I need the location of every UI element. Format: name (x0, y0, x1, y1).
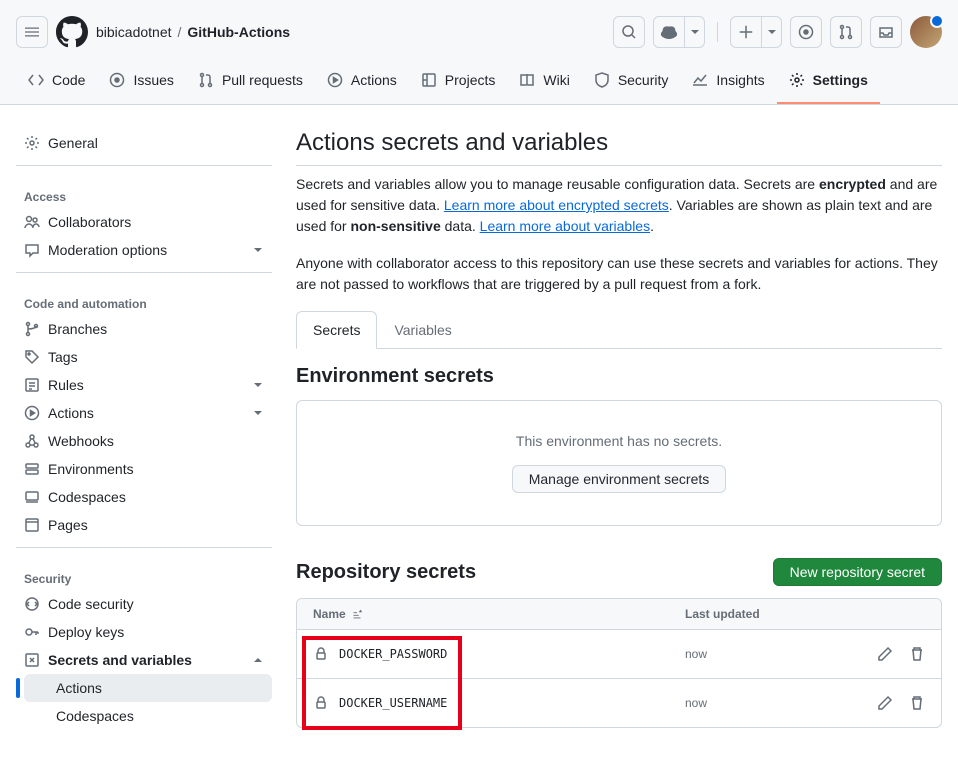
create-dropdown[interactable] (762, 16, 782, 48)
tab-pull-requests[interactable]: Pull requests (186, 64, 315, 104)
copilot-dropdown[interactable] (685, 16, 705, 48)
sidebar-moderation[interactable]: Moderation options (16, 236, 272, 264)
pull-requests-button[interactable] (830, 16, 862, 48)
manage-env-secrets-button[interactable]: Manage environment secrets (512, 465, 727, 493)
subtab-secrets[interactable]: Secrets (296, 311, 377, 349)
secret-updated: now (685, 696, 825, 710)
tab-insights[interactable]: Insights (680, 64, 776, 104)
hamburger-menu[interactable] (16, 16, 48, 48)
lock-icon (313, 646, 329, 662)
issues-button[interactable] (790, 16, 822, 48)
sidebar-rules[interactable]: Rules (16, 371, 272, 399)
sidebar-environments[interactable]: Environments (16, 455, 272, 483)
repo-link[interactable]: GitHub-Actions (187, 24, 290, 40)
link-encrypted-secrets[interactable]: Learn more about encrypted secrets (444, 197, 669, 213)
sidebar-hdr-code: Code and automation (16, 281, 272, 315)
tab-code[interactable]: Code (16, 64, 97, 104)
edit-icon[interactable] (877, 695, 893, 711)
page-title: Actions secrets and variables (296, 129, 942, 166)
sidebar-deploy-keys[interactable]: Deploy keys (16, 618, 272, 646)
sidebar-tags[interactable]: Tags (16, 343, 272, 371)
inbox-button[interactable] (870, 16, 902, 48)
sidebar-sub-codespaces[interactable]: Codespaces (24, 702, 272, 730)
table-row: DOCKER_PASSWORD now (297, 630, 941, 679)
secret-updated: now (685, 647, 825, 661)
sidebar-sub-actions[interactable]: Actions (24, 674, 272, 702)
sidebar-general[interactable]: General (16, 129, 272, 157)
table-row: DOCKER_USERNAME now (297, 679, 941, 727)
breadcrumb: bibicadotnet / GitHub-Actions (96, 24, 290, 40)
lock-icon (313, 695, 329, 711)
link-variables[interactable]: Learn more about variables (480, 218, 650, 234)
sidebar-codespaces[interactable]: Codespaces (16, 483, 272, 511)
chevron-down-icon (252, 244, 264, 256)
tab-settings[interactable]: Settings (777, 64, 880, 104)
tab-projects[interactable]: Projects (409, 64, 508, 104)
sidebar-secrets-variables[interactable]: Secrets and variables (16, 646, 272, 674)
chevron-down-icon (252, 379, 264, 391)
user-avatar[interactable] (910, 16, 942, 48)
search-button[interactable] (613, 16, 645, 48)
secret-name: DOCKER_PASSWORD (339, 647, 447, 661)
edit-icon[interactable] (877, 646, 893, 662)
secret-name: DOCKER_USERNAME (339, 696, 447, 710)
sidebar-code-security[interactable]: Code security (16, 590, 272, 618)
tab-security[interactable]: Security (582, 64, 681, 104)
delete-icon[interactable] (909, 695, 925, 711)
tab-wiki[interactable]: Wiki (507, 64, 581, 104)
repo-secrets-title: Repository secrets (296, 561, 476, 584)
delete-icon[interactable] (909, 646, 925, 662)
secrets-table: Name Last updated DOCKER_PASSWORD now DO… (296, 598, 942, 728)
sidebar-hdr-access: Access (16, 174, 272, 208)
github-logo[interactable] (56, 16, 88, 48)
sidebar-webhooks[interactable]: Webhooks (16, 427, 272, 455)
sidebar-actions[interactable]: Actions (16, 399, 272, 427)
subtab-variables[interactable]: Variables (377, 311, 468, 349)
description-1: Secrets and variables allow you to manag… (296, 174, 942, 237)
description-2: Anyone with collaborator access to this … (296, 253, 942, 295)
chevron-up-icon (252, 654, 264, 666)
copilot-button[interactable] (653, 16, 685, 48)
sidebar-hdr-security: Security (16, 556, 272, 590)
env-secrets-empty: This environment has no secrets. Manage … (296, 400, 942, 526)
owner-link[interactable]: bibicadotnet (96, 24, 172, 40)
sidebar-branches[interactable]: Branches (16, 315, 272, 343)
chevron-down-icon (252, 407, 264, 419)
tab-actions[interactable]: Actions (315, 64, 409, 104)
create-button[interactable] (730, 16, 762, 48)
tab-issues[interactable]: Issues (97, 64, 185, 104)
sidebar-collaborators[interactable]: Collaborators (16, 208, 272, 236)
sort-icon[interactable] (350, 607, 364, 621)
sidebar-pages[interactable]: Pages (16, 511, 272, 539)
env-secrets-title: Environment secrets (296, 365, 942, 388)
new-repo-secret-button[interactable]: New repository secret (773, 558, 942, 586)
